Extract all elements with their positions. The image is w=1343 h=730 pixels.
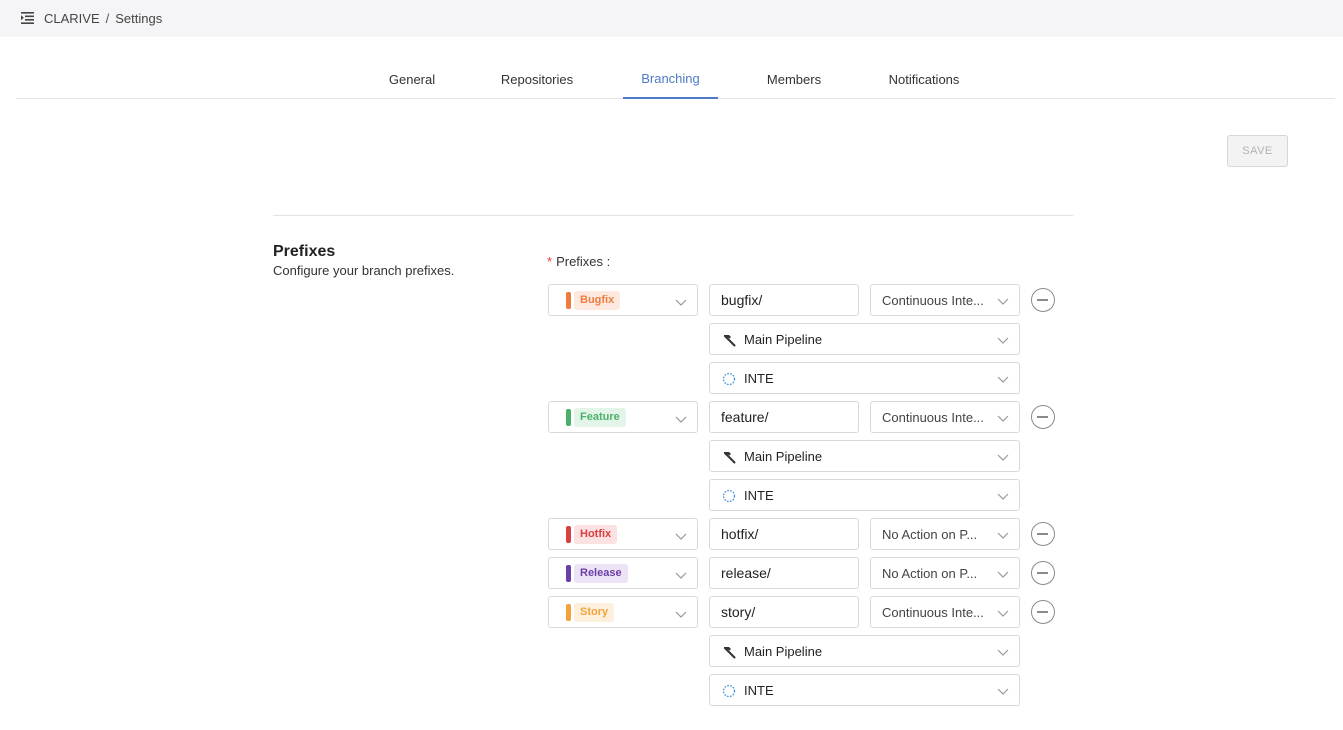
prefix-action-select[interactable]: Continuous Inte... (870, 401, 1020, 433)
prefix-color-bar (566, 292, 571, 309)
breadcrumb: CLARIVE / Settings (44, 11, 162, 26)
prefixes-field-label: * Prefixes : (547, 254, 611, 269)
chevron-down-icon (997, 685, 1009, 697)
chevron-down-icon (997, 490, 1009, 502)
dotted-circle-icon (722, 489, 736, 503)
dotted-circle-icon (722, 372, 736, 386)
chevron-down-icon (675, 295, 687, 307)
section-description: Configure your branch prefixes. (273, 263, 455, 278)
dotted-circle-icon (722, 684, 736, 698)
breadcrumb-page: Settings (115, 11, 163, 26)
prefix-type-tag: Release (574, 564, 628, 583)
chevron-down-icon (997, 607, 1009, 619)
minus-circle-icon[interactable] (1031, 288, 1055, 312)
prefix-action-select[interactable]: No Action on P... (870, 518, 1020, 550)
prefix-type-tag: Bugfix (574, 291, 621, 310)
minus-circle-icon[interactable] (1031, 405, 1055, 429)
prefix-input[interactable]: bugfix/ (709, 284, 859, 316)
prefix-input[interactable]: story/ (709, 596, 859, 628)
prefix-color-bar (566, 604, 571, 621)
breadcrumb-separator: / (105, 11, 110, 26)
breadcrumb-app[interactable]: CLARIVE (44, 11, 100, 26)
chevron-down-icon (997, 412, 1009, 424)
menu-icon[interactable] (21, 12, 34, 24)
pipeline-select[interactable]: Main Pipeline (709, 323, 1020, 355)
prefix-type-tag: Feature (574, 408, 626, 427)
prefix-action-label: Continuous Inte... (882, 292, 984, 308)
pipeline-label: Main Pipeline (744, 644, 823, 659)
prefix-color-bar (566, 565, 571, 582)
environment-select[interactable]: INTE (709, 674, 1020, 706)
chevron-down-icon (675, 529, 687, 541)
minus-circle-icon[interactable] (1031, 522, 1055, 546)
chevron-down-icon (997, 373, 1009, 385)
prefix-color-bar (566, 526, 571, 543)
prefix-action-label: Continuous Inte... (882, 409, 984, 425)
settings-tabs: General Repositories Branching Members N… (16, 60, 1335, 99)
prefix-action-label: Continuous Inte... (882, 604, 984, 620)
top-bar: CLARIVE / Settings (0, 0, 1343, 37)
prefix-action-label: No Action on P... (882, 526, 978, 542)
hammer-icon (722, 333, 736, 347)
pipeline-label: Main Pipeline (744, 449, 823, 464)
pipeline-select[interactable]: Main Pipeline (709, 440, 1020, 472)
environment-label: INTE (744, 683, 774, 698)
save-button[interactable]: SAVE (1227, 135, 1288, 167)
section-title: Prefixes (273, 243, 336, 260)
prefix-input[interactable]: hotfix/ (709, 518, 859, 550)
chevron-down-icon (997, 295, 1009, 307)
tab-general[interactable]: General (373, 60, 451, 99)
pipeline-select[interactable]: Main Pipeline (709, 635, 1020, 667)
chevron-down-icon (675, 412, 687, 424)
prefix-type-select[interactable]: Story (548, 596, 698, 628)
environment-label: INTE (744, 488, 774, 503)
pipeline-label: Main Pipeline (744, 332, 823, 347)
tab-branching[interactable]: Branching (623, 60, 718, 99)
prefix-color-bar (566, 409, 571, 426)
prefix-action-label: No Action on P... (882, 565, 978, 581)
required-marker: * (547, 254, 553, 269)
minus-circle-icon[interactable] (1031, 600, 1055, 624)
environment-select[interactable]: INTE (709, 362, 1020, 394)
prefix-input[interactable]: feature/ (709, 401, 859, 433)
chevron-down-icon (997, 646, 1009, 658)
environment-select[interactable]: INTE (709, 479, 1020, 511)
tab-members[interactable]: Members (751, 60, 837, 99)
prefix-type-select[interactable]: Feature (548, 401, 698, 433)
prefix-type-select[interactable]: Release (548, 557, 698, 589)
prefix-action-select[interactable]: Continuous Inte... (870, 284, 1020, 316)
prefix-type-select[interactable]: Bugfix (548, 284, 698, 316)
prefix-type-select[interactable]: Hotfix (548, 518, 698, 550)
tab-repositories[interactable]: Repositories (484, 60, 590, 99)
minus-circle-icon[interactable] (1031, 561, 1055, 585)
prefix-type-tag: Story (574, 603, 615, 622)
prefix-action-select[interactable]: No Action on P... (870, 557, 1020, 589)
chevron-down-icon (997, 568, 1009, 580)
prefix-type-tag: Hotfix (574, 525, 618, 544)
tab-notifications[interactable]: Notifications (870, 60, 978, 99)
prefix-input[interactable]: release/ (709, 557, 859, 589)
hammer-icon (722, 645, 736, 659)
hammer-icon (722, 450, 736, 464)
chevron-down-icon (675, 607, 687, 619)
chevron-down-icon (675, 568, 687, 580)
chevron-down-icon (997, 334, 1009, 346)
prefix-action-select[interactable]: Continuous Inte... (870, 596, 1020, 628)
section-divider (273, 215, 1073, 216)
environment-label: INTE (744, 371, 774, 386)
chevron-down-icon (997, 451, 1009, 463)
chevron-down-icon (997, 529, 1009, 541)
